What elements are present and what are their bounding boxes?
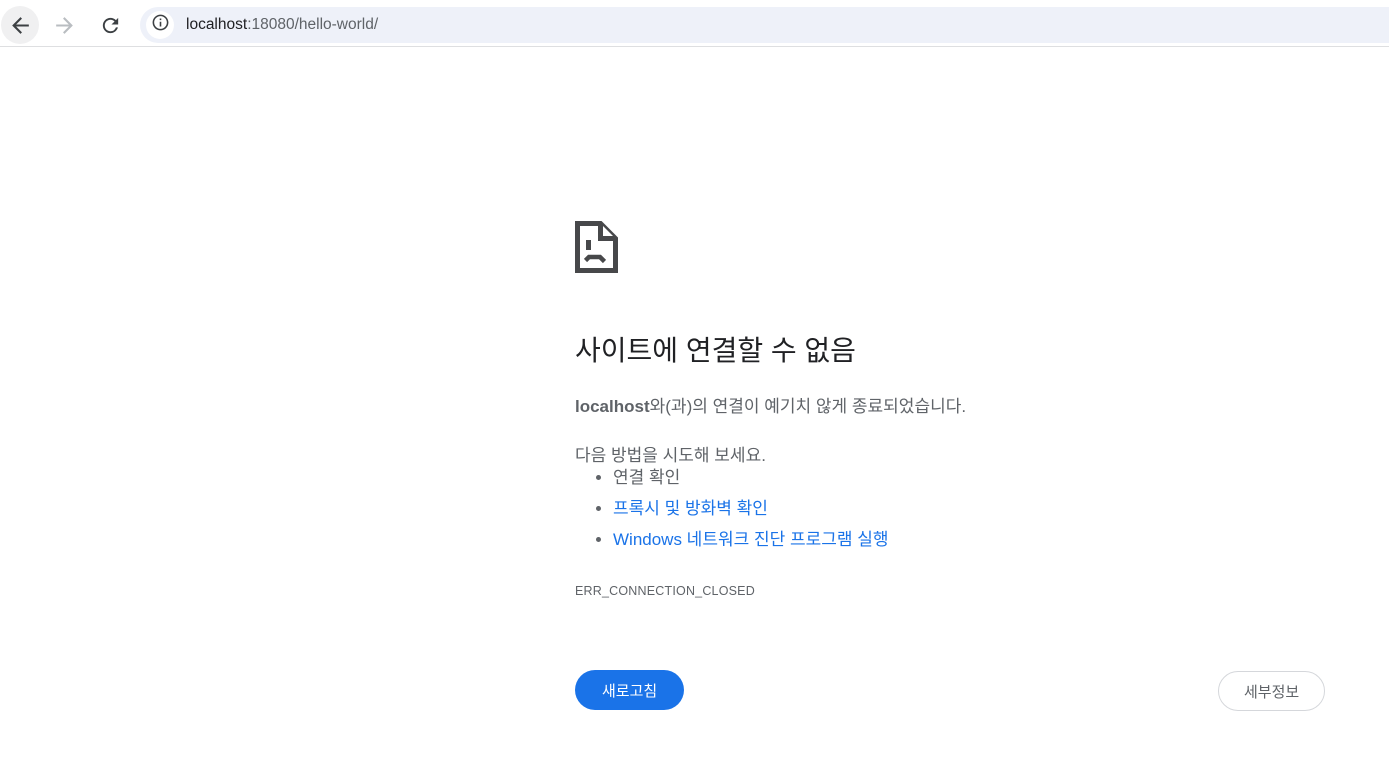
browser-toolbar: localhost:18080/hello-world/ — [0, 0, 1389, 47]
suggestion-run-network-diagnostics: Windows 네트워크 진단 프로그램 실행 — [613, 530, 889, 550]
back-icon — [8, 13, 33, 38]
url-bar[interactable]: localhost:18080/hello-world/ — [140, 7, 1389, 43]
url-path: :18080/hello-world/ — [247, 16, 379, 33]
suggestions-title: 다음 방법을 시도해 보세요. — [575, 446, 766, 465]
forward-button[interactable] — [45, 6, 83, 44]
error-title: 사이트에 연결할 수 없음 — [575, 335, 856, 366]
url-host: localhost — [186, 16, 248, 33]
error-message-host: localhost — [575, 397, 650, 416]
info-icon — [151, 13, 170, 37]
error-message: localhost와(과)의 연결이 예기치 않게 종료되었습니다. — [575, 392, 966, 417]
network-diagnostics-link[interactable]: Windows 네트워크 진단 프로그램 실행 — [613, 530, 889, 549]
suggestion-check-proxy-firewall: 프록시 및 방화벽 확인 — [613, 499, 889, 519]
forward-icon — [52, 13, 77, 38]
details-button[interactable]: 세부정보 — [1218, 671, 1326, 711]
suggestions-list: 연결 확인 프록시 및 방화벽 확인 Windows 네트워크 진단 프로그램 … — [575, 468, 889, 561]
proxy-firewall-link[interactable]: 프록시 및 방화벽 확인 — [613, 499, 768, 518]
suggestion-check-connection: 연결 확인 — [613, 468, 889, 488]
browser-window: localhost:18080/hello-world/ 사이트에 연결할 수 … — [0, 0, 1389, 757]
sad-page-icon — [573, 221, 619, 278]
reload-button[interactable] — [91, 6, 129, 44]
url-text[interactable]: localhost:18080/hello-world/ — [186, 7, 378, 43]
error-message-rest: 와(과)의 연결이 예기치 않게 종료되었습니다. — [649, 397, 967, 416]
site-info-button[interactable] — [146, 11, 174, 39]
back-button[interactable] — [1, 6, 39, 44]
error-code: ERR_CONNECTION_CLOSED — [575, 584, 755, 598]
reload-icon — [99, 14, 122, 37]
refresh-button[interactable]: 새로고침 — [575, 670, 685, 710]
